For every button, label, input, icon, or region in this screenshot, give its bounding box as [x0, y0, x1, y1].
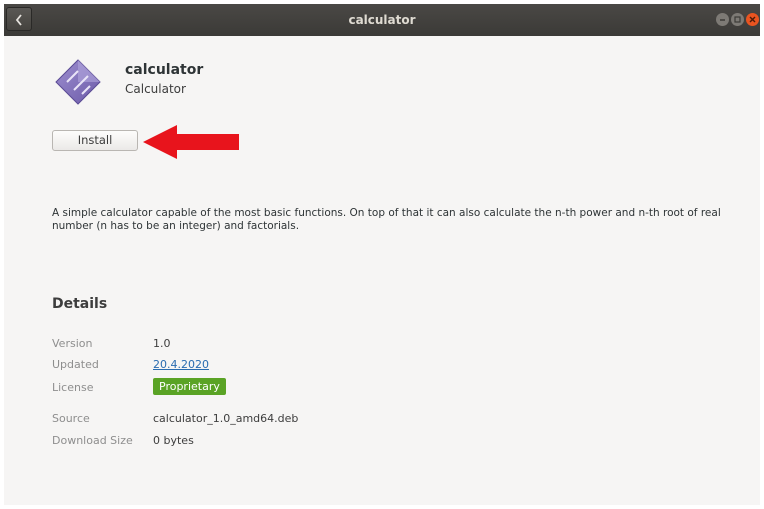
- maximize-icon: [734, 16, 741, 23]
- app-summary: Calculator: [125, 82, 186, 96]
- calculator-app-icon: [55, 59, 101, 105]
- license-badge[interactable]: Proprietary: [153, 378, 226, 395]
- close-button[interactable]: [746, 13, 759, 26]
- updated-link[interactable]: 20.4.2020: [153, 358, 209, 371]
- window-title: calculator: [348, 13, 416, 27]
- version-label: Version: [52, 337, 93, 350]
- license-label: License: [52, 381, 94, 394]
- header-bar: calculator: [4, 4, 760, 36]
- source-label: Source: [52, 412, 90, 425]
- red-arrow-left-icon: [143, 125, 239, 159]
- maximize-button[interactable]: [731, 13, 744, 26]
- download-size-value: 0 bytes: [153, 434, 194, 447]
- software-app-window: calculator calculator Calculator Install…: [4, 4, 760, 505]
- minimize-icon: [720, 19, 725, 21]
- install-button[interactable]: Install: [52, 130, 138, 151]
- details-heading: Details: [52, 296, 108, 312]
- source-value: calculator_1.0_amd64.deb: [153, 412, 299, 425]
- close-icon: [749, 16, 756, 23]
- download-size-label: Download Size: [52, 434, 133, 447]
- version-value: 1.0: [153, 337, 171, 350]
- app-name: calculator: [125, 62, 204, 78]
- minimize-button[interactable]: [716, 13, 729, 26]
- updated-label: Updated: [52, 358, 99, 371]
- app-description: A simple calculator capable of the most …: [52, 207, 721, 232]
